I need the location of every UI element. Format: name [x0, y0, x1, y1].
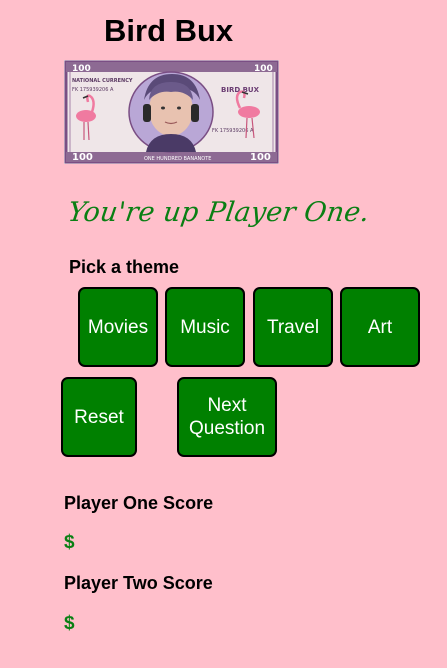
- banknote-corner-top-left: 100: [72, 64, 91, 74]
- banknote-corner-bottom-left: 100: [72, 152, 93, 163]
- banknote-corner-bottom-right: 100: [250, 152, 271, 163]
- player-two-score-value: $: [64, 613, 75, 634]
- banknote-issuer: NATIONAL CURRENCY: [72, 78, 133, 84]
- bird-bux-banknote-image: 100 100 NATIONAL CURRENCY FK 175939206 A…: [64, 60, 279, 164]
- theme-prompt-label: Pick a theme: [69, 257, 180, 277]
- player-one-score-label: Player One Score: [64, 493, 214, 513]
- player-one-score-value: $: [64, 532, 75, 553]
- player-two-score-label: Player Two Score: [64, 573, 213, 593]
- theme-travel-button[interactable]: Travel: [253, 287, 333, 367]
- banknote-serial-right: FK 175939206 A: [212, 128, 254, 134]
- theme-movies-button[interactable]: Movies: [78, 287, 158, 367]
- theme-art-button[interactable]: Art: [340, 287, 420, 367]
- banknote-denomination: ONE HUNDRED BANANOTE: [144, 156, 211, 162]
- banknote-corner-top-right: 100: [254, 64, 273, 74]
- theme-music-button[interactable]: Music: [165, 287, 245, 367]
- next-question-button[interactable]: Next Question: [177, 377, 277, 457]
- banknote-serial-left: FK 175939206 A: [72, 87, 114, 93]
- turn-message: You're up Player One.: [65, 197, 372, 228]
- portrait-icon: [128, 71, 214, 153]
- app-title: Bird Bux: [104, 13, 234, 48]
- reset-button[interactable]: Reset: [61, 377, 137, 457]
